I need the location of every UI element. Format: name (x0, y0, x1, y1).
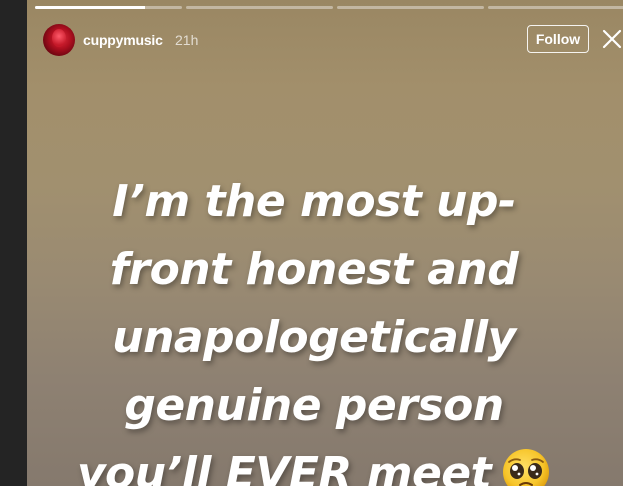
story-viewer[interactable]: cuppymusic 21h Follow I’m the most up- f… (27, 0, 623, 486)
post-timestamp: 21h (175, 32, 199, 48)
caption-line-5-text: you’ll EVER meet (76, 448, 492, 486)
left-sidebar-strip (0, 0, 27, 486)
progress-segment-4 (488, 6, 623, 9)
progress-fill-1 (35, 6, 146, 9)
progress-segment-2 (186, 6, 333, 9)
story-progress-bar (35, 6, 623, 9)
avatar-image (52, 29, 66, 47)
follow-button[interactable]: Follow (527, 25, 589, 53)
caption-line-4: genuine person (124, 380, 504, 431)
caption-line-3: unapologetically (112, 312, 516, 363)
progress-segment-3 (337, 6, 484, 9)
pleading-face-icon (503, 449, 550, 486)
story-caption: I’m the most up- front honest and unapol… (27, 168, 601, 486)
caption-line-5: you’ll EVER meet (27, 440, 601, 486)
progress-segment-1 (35, 6, 182, 9)
username-link[interactable]: cuppymusic (83, 32, 163, 48)
caption-line-2: front honest and (109, 244, 519, 295)
avatar[interactable] (43, 24, 75, 56)
close-icon[interactable] (601, 28, 623, 50)
caption-line-1: I’m the most up- (112, 176, 516, 227)
